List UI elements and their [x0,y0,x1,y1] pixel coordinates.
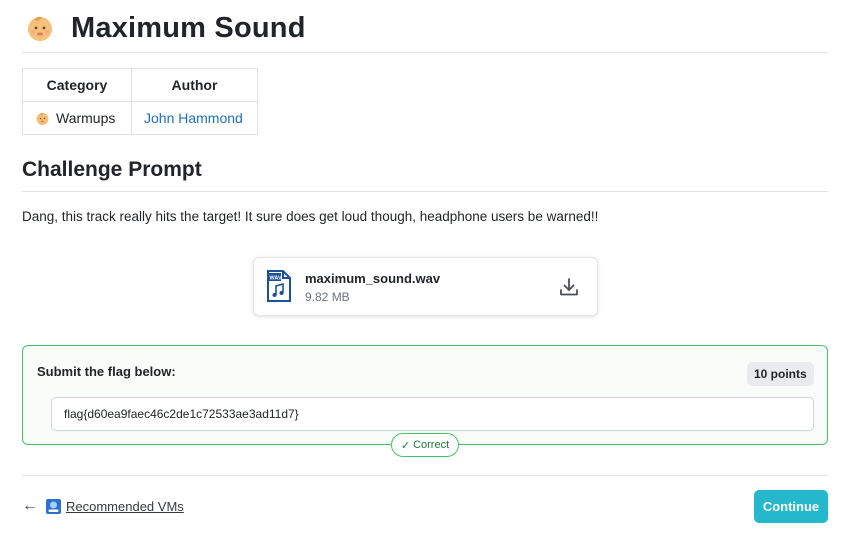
page-title: Maximum Sound [71,11,306,44]
correct-status-badge: ✓ Correct [391,433,459,457]
meta-header-row: Category Author [22,68,258,102]
section-title: Challenge Prompt [22,158,202,181]
wav-file-icon: WAV [267,270,291,302]
title-divider [22,52,828,53]
vm-icon [46,498,61,514]
author-link[interactable]: John Hammond [144,110,243,126]
category-value: Warmups [56,110,116,126]
section-divider [22,191,828,192]
meta-table: Category Author Warmups John Hammond [22,68,258,135]
baby-face-icon [28,16,52,41]
author-cell: John Hammond [131,101,258,135]
category-header: Category [22,68,132,102]
wav-file-icon-label: WAV [270,276,282,282]
back-navigation: ← Recommended VMs [22,496,184,516]
continue-button[interactable]: Continue [754,490,828,523]
flag-input[interactable] [51,397,814,431]
challenge-prompt-text: Dang, this track really hits the target!… [22,209,599,224]
recommended-vms-link[interactable]: Recommended VMs [66,499,184,514]
title-row: Maximum Sound [22,10,306,46]
file-attachment-card[interactable]: WAV maximum_sound.wav 9.82 MB [253,257,598,316]
download-icon[interactable] [558,276,580,298]
file-name: maximum_sound.wav [305,271,441,286]
flag-submission-box: Submit the flag below: 10 points [22,345,828,445]
author-header: Author [131,68,258,102]
back-arrow-icon[interactable]: ← [22,497,38,515]
points-badge: 10 points [747,362,814,386]
footer-divider [22,475,828,476]
file-size: 9.82 MB [305,290,350,304]
category-cell: Warmups [22,101,132,135]
baby-face-icon [36,112,49,125]
flag-label: Submit the flag below: [37,364,176,379]
check-icon: ✓ [400,439,411,452]
correct-status-label: Correct [413,439,450,451]
meta-value-row: Warmups John Hammond [22,101,258,135]
